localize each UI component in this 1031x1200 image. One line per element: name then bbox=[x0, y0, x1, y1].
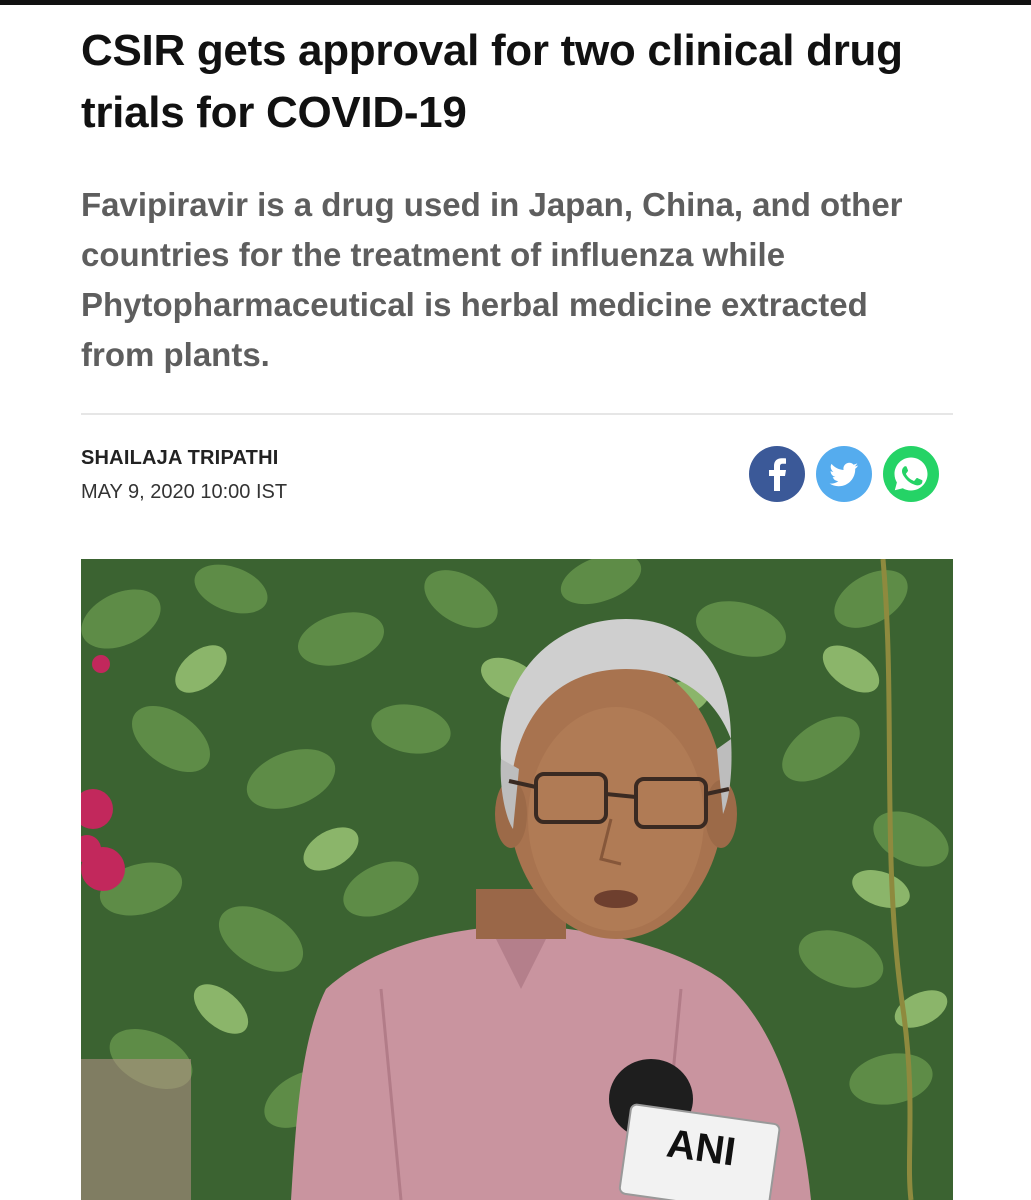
publish-date: MAY 9, 2020 10:00 IST bbox=[81, 481, 288, 503]
article-photo[interactable]: ANI bbox=[81, 559, 953, 1200]
whatsapp-share-button[interactable] bbox=[883, 446, 939, 502]
twitter-share-button[interactable] bbox=[816, 446, 872, 502]
share-buttons bbox=[749, 446, 939, 502]
twitter-icon bbox=[829, 462, 858, 487]
facebook-share-button[interactable] bbox=[749, 446, 805, 502]
article-summary: Favipiravir is a drug used in Japan, Chi… bbox=[81, 186, 903, 373]
article-headline: CSIR gets approval for two clinical drug… bbox=[81, 26, 903, 137]
top-bar bbox=[0, 0, 1031, 5]
facebook-icon bbox=[769, 458, 786, 491]
whatsapp-icon bbox=[894, 457, 928, 491]
author-name[interactable]: SHAILAJA TRIPATHI bbox=[81, 447, 278, 470]
divider bbox=[81, 413, 953, 415]
scientist-interview-image: ANI bbox=[81, 559, 953, 1200]
